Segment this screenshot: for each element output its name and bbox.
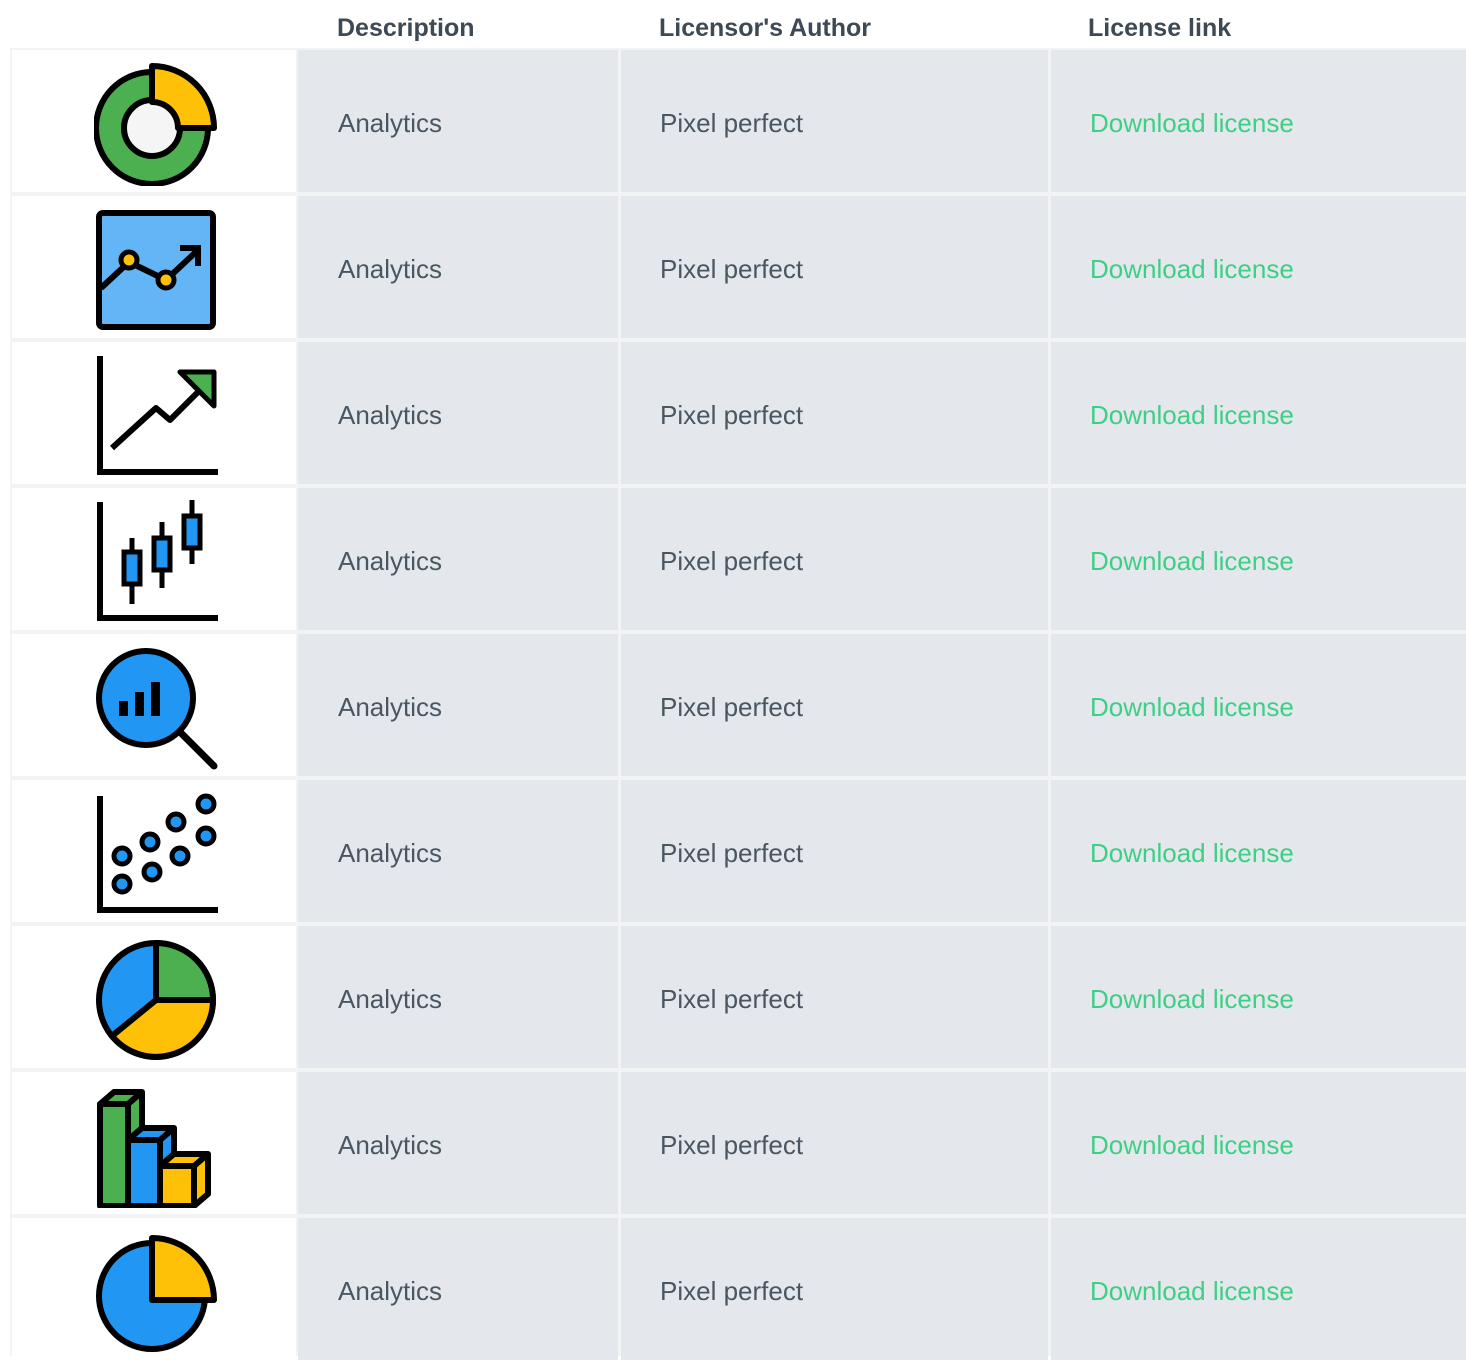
download-license-link[interactable]: Download license xyxy=(1090,838,1294,869)
description-cell: Analytics xyxy=(298,1218,618,1360)
icon-cell xyxy=(12,342,296,484)
description-cell: Analytics xyxy=(298,196,618,338)
table-row: Analytics Pixel perfect Download license xyxy=(10,340,1466,484)
author-cell: Pixel perfect xyxy=(621,50,1048,192)
description-text: Analytics xyxy=(338,546,443,576)
icon-cell xyxy=(12,1072,296,1214)
description-text: Analytics xyxy=(338,1276,443,1306)
icon-cell xyxy=(12,50,296,192)
trend-arrow-icon xyxy=(97,356,218,475)
download-license-link[interactable]: Download license xyxy=(1090,1130,1294,1161)
author-text: Pixel perfect xyxy=(660,838,804,868)
link-cell: Download license xyxy=(1051,488,1466,630)
donut-chart-icon xyxy=(94,63,217,186)
table-row: Analytics Pixel perfect Download license xyxy=(10,924,1466,1068)
description-text: Analytics xyxy=(338,984,443,1014)
author-cell: Pixel perfect xyxy=(621,342,1048,484)
download-license-link[interactable]: Download license xyxy=(1090,984,1294,1015)
author-cell: Pixel perfect xyxy=(621,634,1048,776)
description-cell: Analytics xyxy=(298,926,618,1068)
header-author: Licensor's Author xyxy=(659,14,871,42)
author-text: Pixel perfect xyxy=(660,1276,804,1306)
author-text: Pixel perfect xyxy=(660,108,804,138)
description-text: Analytics xyxy=(338,838,443,868)
icon-cell xyxy=(12,1218,296,1360)
table-header: Description Licensor's Author License li… xyxy=(0,0,1466,48)
icon-cell xyxy=(12,926,296,1068)
link-cell: Download license xyxy=(1051,50,1466,192)
icon-cell xyxy=(12,780,296,922)
table-row: Analytics Pixel perfect Download license xyxy=(10,486,1466,630)
table-row: Analytics Pixel perfect Download license xyxy=(10,194,1466,338)
download-license-link[interactable]: Download license xyxy=(1090,546,1294,577)
description-text: Analytics xyxy=(338,692,443,722)
description-text: Analytics xyxy=(338,1130,443,1160)
icon-cell xyxy=(12,196,296,338)
author-text: Pixel perfect xyxy=(660,254,804,284)
description-text: Analytics xyxy=(338,108,443,138)
table-row: Analytics Pixel perfect Download license xyxy=(10,632,1466,776)
author-text: Pixel perfect xyxy=(660,400,804,430)
author-text: Pixel perfect xyxy=(660,1130,804,1160)
license-table: Analytics Pixel perfect Download license… xyxy=(10,48,1466,1360)
link-cell: Download license xyxy=(1051,926,1466,1068)
icon-cell xyxy=(12,488,296,630)
candlestick-chart-icon xyxy=(97,500,218,621)
3d-bar-chart-icon xyxy=(97,1089,211,1208)
description-cell: Analytics xyxy=(298,50,618,192)
table-row: Analytics Pixel perfect Download license xyxy=(10,1216,1466,1360)
pie-chart-icon xyxy=(96,940,216,1060)
author-text: Pixel perfect xyxy=(660,692,804,722)
link-cell: Download license xyxy=(1051,342,1466,484)
author-cell: Pixel perfect xyxy=(621,1218,1048,1360)
scatter-plot-icon xyxy=(97,793,218,913)
description-text: Analytics xyxy=(338,254,443,284)
download-license-link[interactable]: Download license xyxy=(1090,1276,1294,1307)
description-cell: Analytics xyxy=(298,780,618,922)
description-cell: Analytics xyxy=(298,342,618,484)
download-license-link[interactable]: Download license xyxy=(1090,254,1294,285)
download-license-link[interactable]: Download license xyxy=(1090,692,1294,723)
download-license-link[interactable]: Download license xyxy=(1090,108,1294,139)
table-row: Analytics Pixel perfect Download license xyxy=(10,778,1466,922)
table-row: Analytics Pixel perfect Download license xyxy=(10,48,1466,192)
author-text: Pixel perfect xyxy=(660,984,804,1014)
magnifier-chart-icon xyxy=(96,648,218,770)
header-license-link: License link xyxy=(1088,14,1232,42)
header-description: Description xyxy=(337,14,475,42)
description-cell: Analytics xyxy=(298,1072,618,1214)
author-text: Pixel perfect xyxy=(660,546,804,576)
author-cell: Pixel perfect xyxy=(621,488,1048,630)
icon-cell xyxy=(12,634,296,776)
description-text: Analytics xyxy=(338,400,443,430)
line-chart-icon xyxy=(96,210,216,330)
link-cell: Download license xyxy=(1051,1218,1466,1360)
author-cell: Pixel perfect xyxy=(621,780,1048,922)
link-cell: Download license xyxy=(1051,196,1466,338)
author-cell: Pixel perfect xyxy=(621,196,1048,338)
description-cell: Analytics xyxy=(298,634,618,776)
link-cell: Download license xyxy=(1051,780,1466,922)
pie-slice-icon xyxy=(96,1235,217,1352)
author-cell: Pixel perfect xyxy=(621,1072,1048,1214)
table-row: Analytics Pixel perfect Download license xyxy=(10,1070,1466,1214)
download-license-link[interactable]: Download license xyxy=(1090,400,1294,431)
description-cell: Analytics xyxy=(298,488,618,630)
link-cell: Download license xyxy=(1051,1072,1466,1214)
author-cell: Pixel perfect xyxy=(621,926,1048,1068)
link-cell: Download license xyxy=(1051,634,1466,776)
